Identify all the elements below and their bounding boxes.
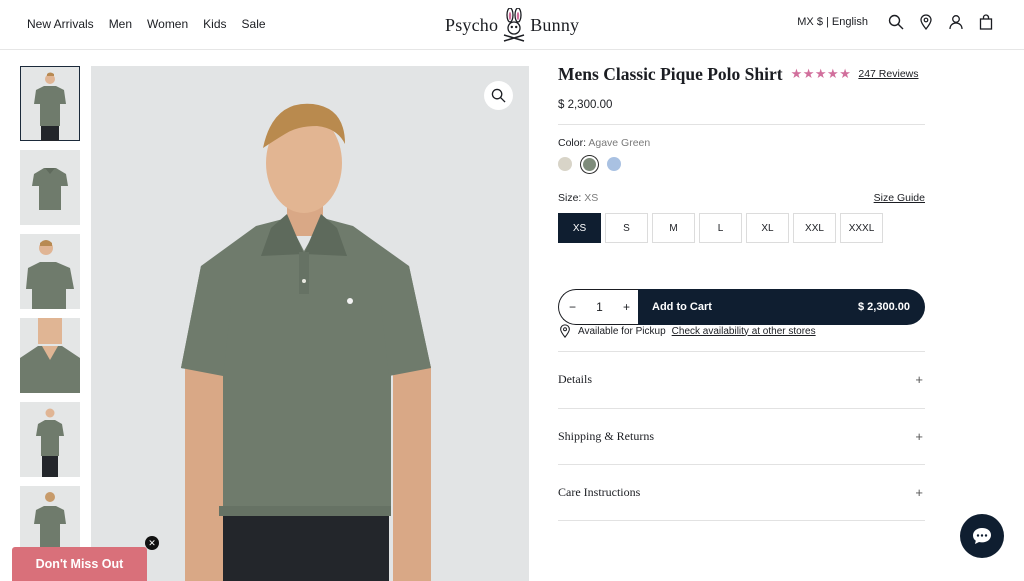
size-label-key: Size:: [558, 192, 582, 204]
dont-miss-out-button[interactable]: Don't Miss Out: [12, 547, 147, 581]
thumbnail-front[interactable]: [20, 66, 80, 141]
pickup-text: Available for Pickup: [578, 325, 666, 337]
check-availability-link[interactable]: Check availability at other stores: [672, 326, 816, 337]
size-option-xxl[interactable]: XXL: [793, 213, 836, 243]
swatch-light-blue[interactable]: [607, 157, 621, 171]
size-option-xs[interactable]: XS: [558, 213, 601, 243]
accordion-details-title: Details: [558, 372, 592, 387]
expand-icon: +: [915, 484, 923, 500]
swatch-agave-green[interactable]: [583, 157, 596, 171]
product-title: Mens Classic Pique Polo Shirt: [558, 63, 783, 84]
zoom-button[interactable]: [484, 81, 513, 110]
color-swatches: [558, 157, 925, 171]
add-to-cart-price: $ 2,300.00: [858, 301, 910, 313]
chat-bubble-icon: [973, 528, 991, 544]
account-icon[interactable]: [948, 14, 964, 30]
size-options: XS S M L XL XXL XXXL: [558, 213, 925, 243]
size-header: Size: XS Size Guide: [558, 192, 925, 204]
location-pin-icon: [560, 324, 570, 338]
bunny-logo-icon: [504, 8, 525, 42]
chat-button[interactable]: [960, 514, 1004, 558]
add-to-cart-label: Add to Cart: [652, 301, 712, 313]
accordion-care-instructions[interactable]: Care Instructions +: [558, 464, 925, 521]
search-icon[interactable]: [888, 14, 904, 30]
thumbnail-flat[interactable]: [20, 150, 80, 225]
product-price: $ 2,300.00: [558, 99, 613, 111]
brand-logo[interactable]: Psycho Bunny: [445, 8, 579, 42]
locale-selector[interactable]: MX $ | English: [797, 16, 868, 28]
color-label-key: Color:: [558, 137, 587, 149]
size-label: Size: XS: [558, 192, 598, 204]
header-utilities: MX $ | English: [797, 14, 994, 30]
logo-text-right: Bunny: [530, 14, 580, 35]
nav-kids[interactable]: Kids: [203, 17, 226, 31]
thumbnail-closeup[interactable]: [20, 318, 80, 393]
rating-stars: ★★★★★: [790, 66, 852, 81]
expand-icon: +: [915, 428, 923, 444]
swatch-stone[interactable]: [558, 157, 572, 171]
logo-text-left: Psycho: [445, 14, 499, 35]
size-option-xl[interactable]: XL: [746, 213, 789, 243]
size-option-xxxl[interactable]: XXXL: [840, 213, 883, 243]
main-nav: New Arrivals Men Women Kids Sale: [27, 17, 266, 31]
nav-new-arrivals[interactable]: New Arrivals: [27, 17, 94, 31]
accordion-shipping-title: Shipping & Returns: [558, 428, 655, 443]
color-value: Agave Green: [588, 137, 651, 149]
add-to-cart-row: − 1 + Add to Cart $ 2,300.00: [558, 289, 925, 325]
model-illustration: [181, 103, 431, 581]
size-option-s[interactable]: S: [605, 213, 648, 243]
quantity-value[interactable]: 1: [596, 300, 603, 314]
main-product-image[interactable]: [91, 66, 529, 581]
pickup-info: Available for Pickup Check availability …: [558, 324, 816, 338]
accordion-details[interactable]: Details +: [558, 351, 925, 408]
thumbnail-back-angle[interactable]: [20, 402, 80, 477]
size-option-l[interactable]: L: [699, 213, 742, 243]
nav-men[interactable]: Men: [109, 17, 132, 31]
product-info: Mens Classic Pique Polo Shirt ★★★★★ 247 …: [558, 60, 925, 521]
nav-sale[interactable]: Sale: [242, 17, 266, 31]
quantity-increase-button[interactable]: +: [623, 300, 630, 314]
accordion-shipping-returns[interactable]: Shipping & Returns +: [558, 407, 925, 465]
magnifier-icon: [491, 88, 506, 103]
location-icon[interactable]: [918, 14, 934, 30]
quantity-stepper: − 1 +: [558, 289, 638, 325]
color-label: Color: Agave Green: [558, 137, 925, 149]
size-option-m[interactable]: M: [652, 213, 695, 243]
accordion-care-title: Care Instructions: [558, 484, 641, 499]
nav-women[interactable]: Women: [147, 17, 188, 31]
quantity-decrease-button[interactable]: −: [569, 300, 576, 314]
size-guide-link[interactable]: Size Guide: [874, 192, 925, 204]
cart-icon[interactable]: [978, 14, 994, 30]
add-to-cart-button[interactable]: Add to Cart $ 2,300.00: [638, 289, 925, 325]
divider: [558, 124, 925, 125]
promo-close-icon[interactable]: ✕: [145, 536, 159, 550]
thumbnail-side[interactable]: [20, 234, 80, 309]
title-row: Mens Classic Pique Polo Shirt ★★★★★ 247 …: [558, 60, 925, 88]
expand-icon: +: [915, 372, 923, 388]
thumbnail-gallery: [20, 66, 81, 570]
size-value: XS: [584, 192, 599, 204]
reviews-link[interactable]: 247 Reviews: [858, 68, 918, 80]
site-header: New Arrivals Men Women Kids Sale Psycho …: [0, 0, 1024, 50]
product-accordion: Details + Shipping & Returns + Care Inst…: [558, 351, 925, 521]
